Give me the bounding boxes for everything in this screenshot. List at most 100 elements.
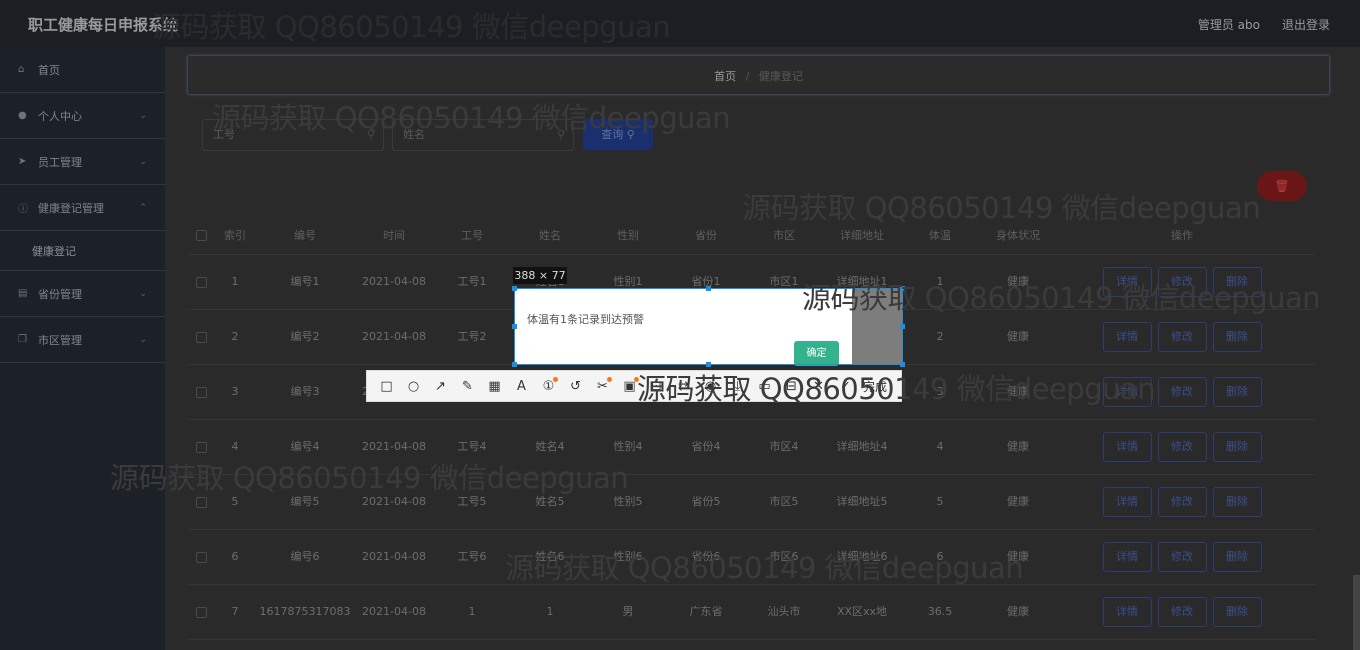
edit-button[interactable]: 修改 <box>1157 542 1207 572</box>
table-cell: 编号6 <box>290 550 320 563</box>
breadcrumb-home[interactable]: 首页 <box>714 70 736 83</box>
column-header: 编号 <box>294 228 316 242</box>
undo-icon[interactable]: ↺ <box>564 375 587 398</box>
edit-button[interactable]: 修改 <box>1157 377 1207 407</box>
table-cell: 2021-04-08 <box>362 605 426 618</box>
sidebar-subitem-health-record[interactable]: 健康登记 <box>0 231 165 271</box>
mosaic-icon[interactable]: ▦ <box>483 375 506 398</box>
number-marker-icon[interactable]: ① <box>537 375 560 398</box>
table-cell: 36.5 <box>927 605 953 618</box>
sidebar-item-home[interactable]: ⌂ 首页 <box>0 47 165 93</box>
resize-handle[interactable] <box>706 286 711 291</box>
table-cell: 3 <box>231 385 239 398</box>
sidebar-item-health-registry[interactable]: ⓘ 健康登记管理 ⌃ <box>0 185 165 231</box>
table-cell: 工号1 <box>457 275 487 288</box>
table-cell: 5 <box>936 495 944 508</box>
row-checkbox[interactable] <box>187 310 215 364</box>
detail-button[interactable]: 详情 <box>1102 432 1152 462</box>
resize-handle[interactable] <box>900 324 905 329</box>
app-window: { "header": { "app_title": "职工健康每日申报系统",… <box>0 0 1360 650</box>
checkbox[interactable] <box>195 331 207 343</box>
watermark: 源码获取 QQ86050149 微信deepguan <box>742 191 1261 225</box>
table-cell: 广东省 <box>689 605 723 618</box>
table-cell: 市区4 <box>769 440 799 453</box>
row-checkbox[interactable] <box>187 255 215 309</box>
scissors-icon[interactable]: ✂ <box>591 375 614 398</box>
checkbox[interactable] <box>195 386 207 398</box>
row-checkbox[interactable] <box>187 365 215 419</box>
row-actions: 详情 修改 删除 <box>1057 420 1307 474</box>
table-cell: 市区5 <box>769 495 799 508</box>
edit-button[interactable]: 修改 <box>1157 487 1207 517</box>
row-actions: 详情 修改 删除 <box>1057 585 1307 639</box>
row-checkbox[interactable] <box>187 530 215 584</box>
delete-button[interactable]: 删除 <box>1212 542 1262 572</box>
table-cell: 健康 <box>1007 440 1029 453</box>
table-cell: 汕头市 <box>767 605 801 618</box>
checkbox[interactable] <box>195 441 207 453</box>
copy-icon: ❐ <box>18 334 27 345</box>
checkbox[interactable] <box>195 551 207 563</box>
action-group: 详情 修改 删除 <box>1102 432 1262 462</box>
action-group: 详情 修改 删除 <box>1102 597 1262 627</box>
action-group: 详情 修改 删除 <box>1102 542 1262 572</box>
ellipse-icon[interactable]: ○ <box>402 375 425 398</box>
watermark: 源码获取 QQ86050149 微信deepguan <box>802 281 1321 315</box>
watermark: 源码获取 QQ86050149 微信deepguan <box>637 372 1156 406</box>
sidebar-item-label: 首页 <box>38 63 60 77</box>
delete-button[interactable]: 删除 <box>1212 377 1262 407</box>
edit-button[interactable]: 修改 <box>1157 432 1207 462</box>
breadcrumb-current: 健康登记 <box>758 70 803 83</box>
checkbox[interactable] <box>195 606 207 618</box>
resize-handle[interactable] <box>512 324 517 329</box>
rectangle-icon[interactable]: □ <box>375 375 398 398</box>
select-all-checkbox[interactable] <box>187 217 215 254</box>
table-cell: 编号2 <box>290 330 320 343</box>
detail-button[interactable]: 详情 <box>1102 597 1152 627</box>
edit-button[interactable]: 修改 <box>1157 322 1207 352</box>
delete-button[interactable]: 删除 <box>1212 432 1262 462</box>
chevron-down-icon: ⌄ <box>139 288 147 299</box>
table-cell: 工号6 <box>457 550 487 563</box>
batch-delete-button[interactable]: 🗑 <box>1257 171 1307 201</box>
column-header: 索引 <box>224 228 246 242</box>
chevron-down-icon: ⌄ <box>139 156 147 167</box>
table-cell: 4 <box>936 440 944 453</box>
sidebar-item-profile[interactable]: ● 个人中心 ⌄ <box>0 93 165 139</box>
sidebar-item-provinces[interactable]: ▤ 省份管理 ⌄ <box>0 271 165 317</box>
edit-button[interactable]: 修改 <box>1157 597 1207 627</box>
pen-icon[interactable]: ✎ <box>456 375 479 398</box>
scrollbar[interactable] <box>1353 575 1360 650</box>
watermark: 源码获取 QQ86050149 微信deepguan <box>152 10 671 44</box>
sidebar-item-cities[interactable]: ❐ 市区管理 ⌄ <box>0 317 165 363</box>
checkbox[interactable] <box>195 230 207 241</box>
checkbox[interactable] <box>195 276 207 288</box>
text-icon[interactable]: A <box>510 375 533 398</box>
table-cell: 工号2 <box>457 330 487 343</box>
table-row: 7 1617875317083 2021-04-08 1 1 男 广东省 汕头市 XX区xx地 3… <box>187 585 1315 640</box>
delete-button[interactable]: 删除 <box>1212 487 1262 517</box>
resize-handle[interactable] <box>512 362 517 367</box>
table-cell: 7 <box>231 605 239 618</box>
resize-handle[interactable] <box>512 286 517 291</box>
delete-button[interactable]: 删除 <box>1212 597 1262 627</box>
chevron-up-icon: ⌃ <box>139 202 147 213</box>
detail-button[interactable]: 详情 <box>1102 322 1152 352</box>
breadcrumb-separator: / <box>745 70 750 83</box>
logout-link[interactable]: 退出登录 <box>1282 16 1330 33</box>
table-cell: 健康 <box>1007 495 1029 508</box>
table-cell: 2 <box>936 330 944 343</box>
sidebar-item-employees[interactable]: ➤ 员工管理 ⌄ <box>0 139 165 185</box>
row-actions: 详情 修改 删除 <box>1057 310 1307 364</box>
delete-button[interactable]: 删除 <box>1212 322 1262 352</box>
detail-button[interactable]: 详情 <box>1102 487 1152 517</box>
column-header: 性别 <box>617 228 639 242</box>
row-checkbox[interactable] <box>187 585 215 639</box>
detail-button[interactable]: 详情 <box>1102 542 1152 572</box>
sidebar: ⌂ 首页 ● 个人中心 ⌄ ➤ 员工管理 ⌄ ⓘ 健康登记管理 ⌃ 健康登记 ▤… <box>0 47 165 650</box>
admin-label: 管理员 abo <box>1197 18 1260 32</box>
capture-size-label: 388 × 77 <box>513 267 567 284</box>
checkbox[interactable] <box>195 496 207 508</box>
table-cell: 2021-04-08 <box>362 550 426 563</box>
arrow-icon[interactable]: ↗ <box>429 375 452 398</box>
